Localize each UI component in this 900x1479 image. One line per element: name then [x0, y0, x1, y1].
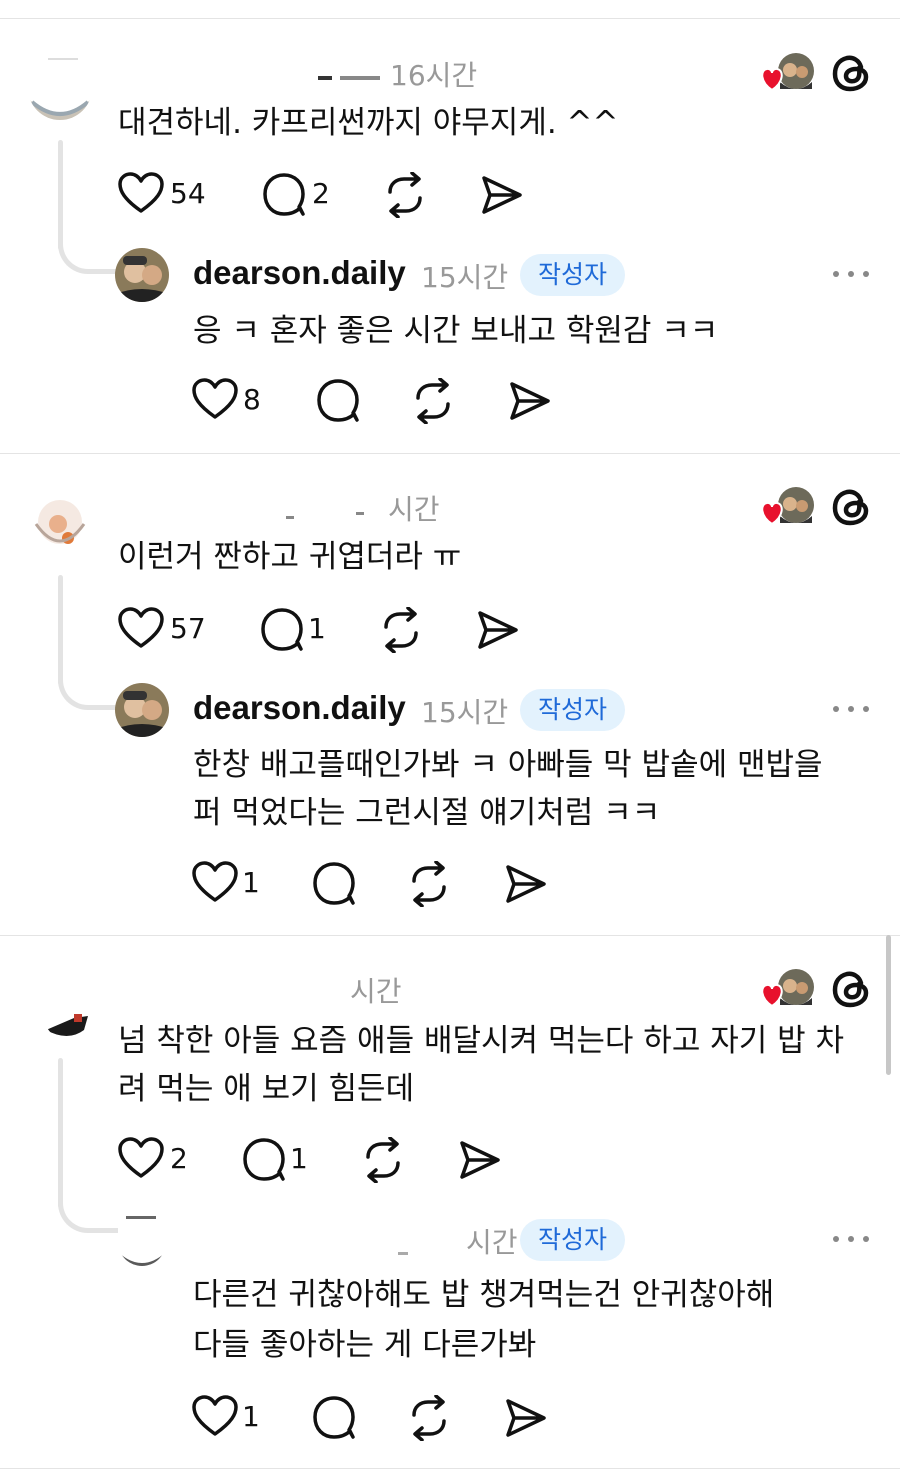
like-count: 57	[170, 612, 206, 645]
share-button[interactable]	[506, 378, 552, 424]
like-button[interactable]	[118, 171, 164, 217]
like-count: 1	[242, 866, 260, 899]
commenter-avatar[interactable]	[28, 494, 92, 554]
thread-line	[58, 1058, 63, 1208]
comment-time: 시간	[388, 493, 440, 526]
threads-logo-icon[interactable]	[832, 53, 872, 93]
thread-line	[58, 140, 63, 250]
author-avatar[interactable]	[118, 1216, 166, 1266]
repost-button[interactable]	[378, 607, 424, 653]
top-divider	[0, 18, 900, 19]
thread-curve	[58, 244, 118, 274]
threads-logo-icon[interactable]	[832, 969, 872, 1009]
more-icon[interactable]	[833, 268, 873, 280]
more-icon[interactable]	[833, 1233, 873, 1245]
username-fragment	[318, 76, 332, 80]
reply-text-line: 퍼 먹었다는 그런시절 얘기처럼 ㅋㅋ	[193, 795, 661, 831]
like-button[interactable]	[192, 377, 238, 423]
comment-divider	[0, 453, 900, 454]
thread-curve	[58, 680, 118, 710]
thread-curve	[58, 1203, 118, 1233]
reply-username[interactable]: dearson.daily	[193, 689, 406, 727]
reply-count: 2	[312, 177, 330, 210]
liked-by-author-icon	[758, 486, 818, 530]
reply-button[interactable]	[312, 861, 358, 907]
scrollbar[interactable]	[886, 935, 891, 1075]
reply-button[interactable]	[316, 378, 362, 424]
like-button[interactable]	[192, 1394, 238, 1440]
author-badge: 작성자	[520, 1219, 626, 1261]
reply-text-line: 다른건 귀찮아해도 밥 챙겨먹는건 안귀찮아해	[193, 1277, 775, 1313]
reply-text-line: 한창 배고플때인가봐 ㅋ 아빠들 막 밥솥에 맨밥을	[193, 747, 823, 783]
reply-button[interactable]	[242, 1137, 288, 1183]
like-button[interactable]	[192, 860, 238, 906]
repost-button[interactable]	[406, 861, 452, 907]
commenter-avatar[interactable]	[44, 1012, 92, 1040]
share-button[interactable]	[474, 607, 520, 653]
share-button[interactable]	[502, 1395, 548, 1441]
reply-time: 15시간	[421, 696, 509, 729]
comment-text-line: 넘 착한 아들 요즘 애들 배달시켜 먹는다 하고 자기 밥 차	[118, 1023, 844, 1059]
reply-username[interactable]: dearson.daily	[193, 254, 406, 292]
username-fragment	[398, 1252, 408, 1255]
username-fragment	[356, 512, 364, 515]
like-count: 1	[242, 1400, 260, 1433]
share-button[interactable]	[456, 1137, 502, 1183]
like-button[interactable]	[118, 1136, 164, 1182]
comment-text: 대견하네. 카프리썬까지 야무지게. ^^	[118, 105, 619, 141]
liked-by-author-icon	[758, 968, 818, 1012]
like-count: 54	[170, 177, 206, 210]
repost-button[interactable]	[406, 1395, 452, 1441]
comment-divider	[0, 1468, 900, 1469]
comment-divider	[0, 935, 900, 936]
share-button[interactable]	[478, 172, 524, 218]
comment-time: 16시간	[390, 59, 478, 92]
more-icon[interactable]	[833, 703, 873, 715]
reply-count: 1	[290, 1142, 308, 1175]
author-avatar[interactable]	[115, 248, 169, 302]
comment-text: 이런거 짠하고 귀엽더라 ㅠ	[118, 539, 462, 575]
author-badge: 작성자	[520, 689, 626, 731]
reply-button[interactable]	[312, 1395, 358, 1441]
comment-time: 시간	[350, 975, 402, 1008]
threads-logo-icon[interactable]	[832, 487, 872, 527]
reply-time: 시간	[466, 1226, 518, 1259]
like-button[interactable]	[118, 606, 164, 652]
share-button[interactable]	[502, 861, 548, 907]
reply-button[interactable]	[260, 607, 306, 653]
repost-button[interactable]	[382, 172, 428, 218]
username-fragment	[340, 76, 380, 80]
reply-text-line: 다들 좋아하는 게 다른가봐	[193, 1327, 537, 1363]
liked-by-author-icon	[758, 52, 818, 96]
like-count: 2	[170, 1142, 188, 1175]
username-fragment	[286, 516, 294, 519]
reply-text-line: 응 ㅋ 혼자 좋은 시간 보내고 학원감 ㅋㅋ	[193, 313, 719, 349]
repost-button[interactable]	[410, 378, 456, 424]
comment-text-line: 려 먹는 애 보기 힘든데	[118, 1071, 415, 1107]
author-badge: 작성자	[520, 254, 626, 296]
reply-time: 15시간	[421, 261, 509, 294]
reply-button[interactable]	[262, 172, 308, 218]
like-count: 8	[243, 383, 261, 416]
thread-line	[58, 575, 63, 685]
repost-button[interactable]	[360, 1137, 406, 1183]
hidden-area	[48, 58, 78, 70]
author-avatar[interactable]	[115, 683, 169, 737]
reply-count: 1	[308, 612, 326, 645]
